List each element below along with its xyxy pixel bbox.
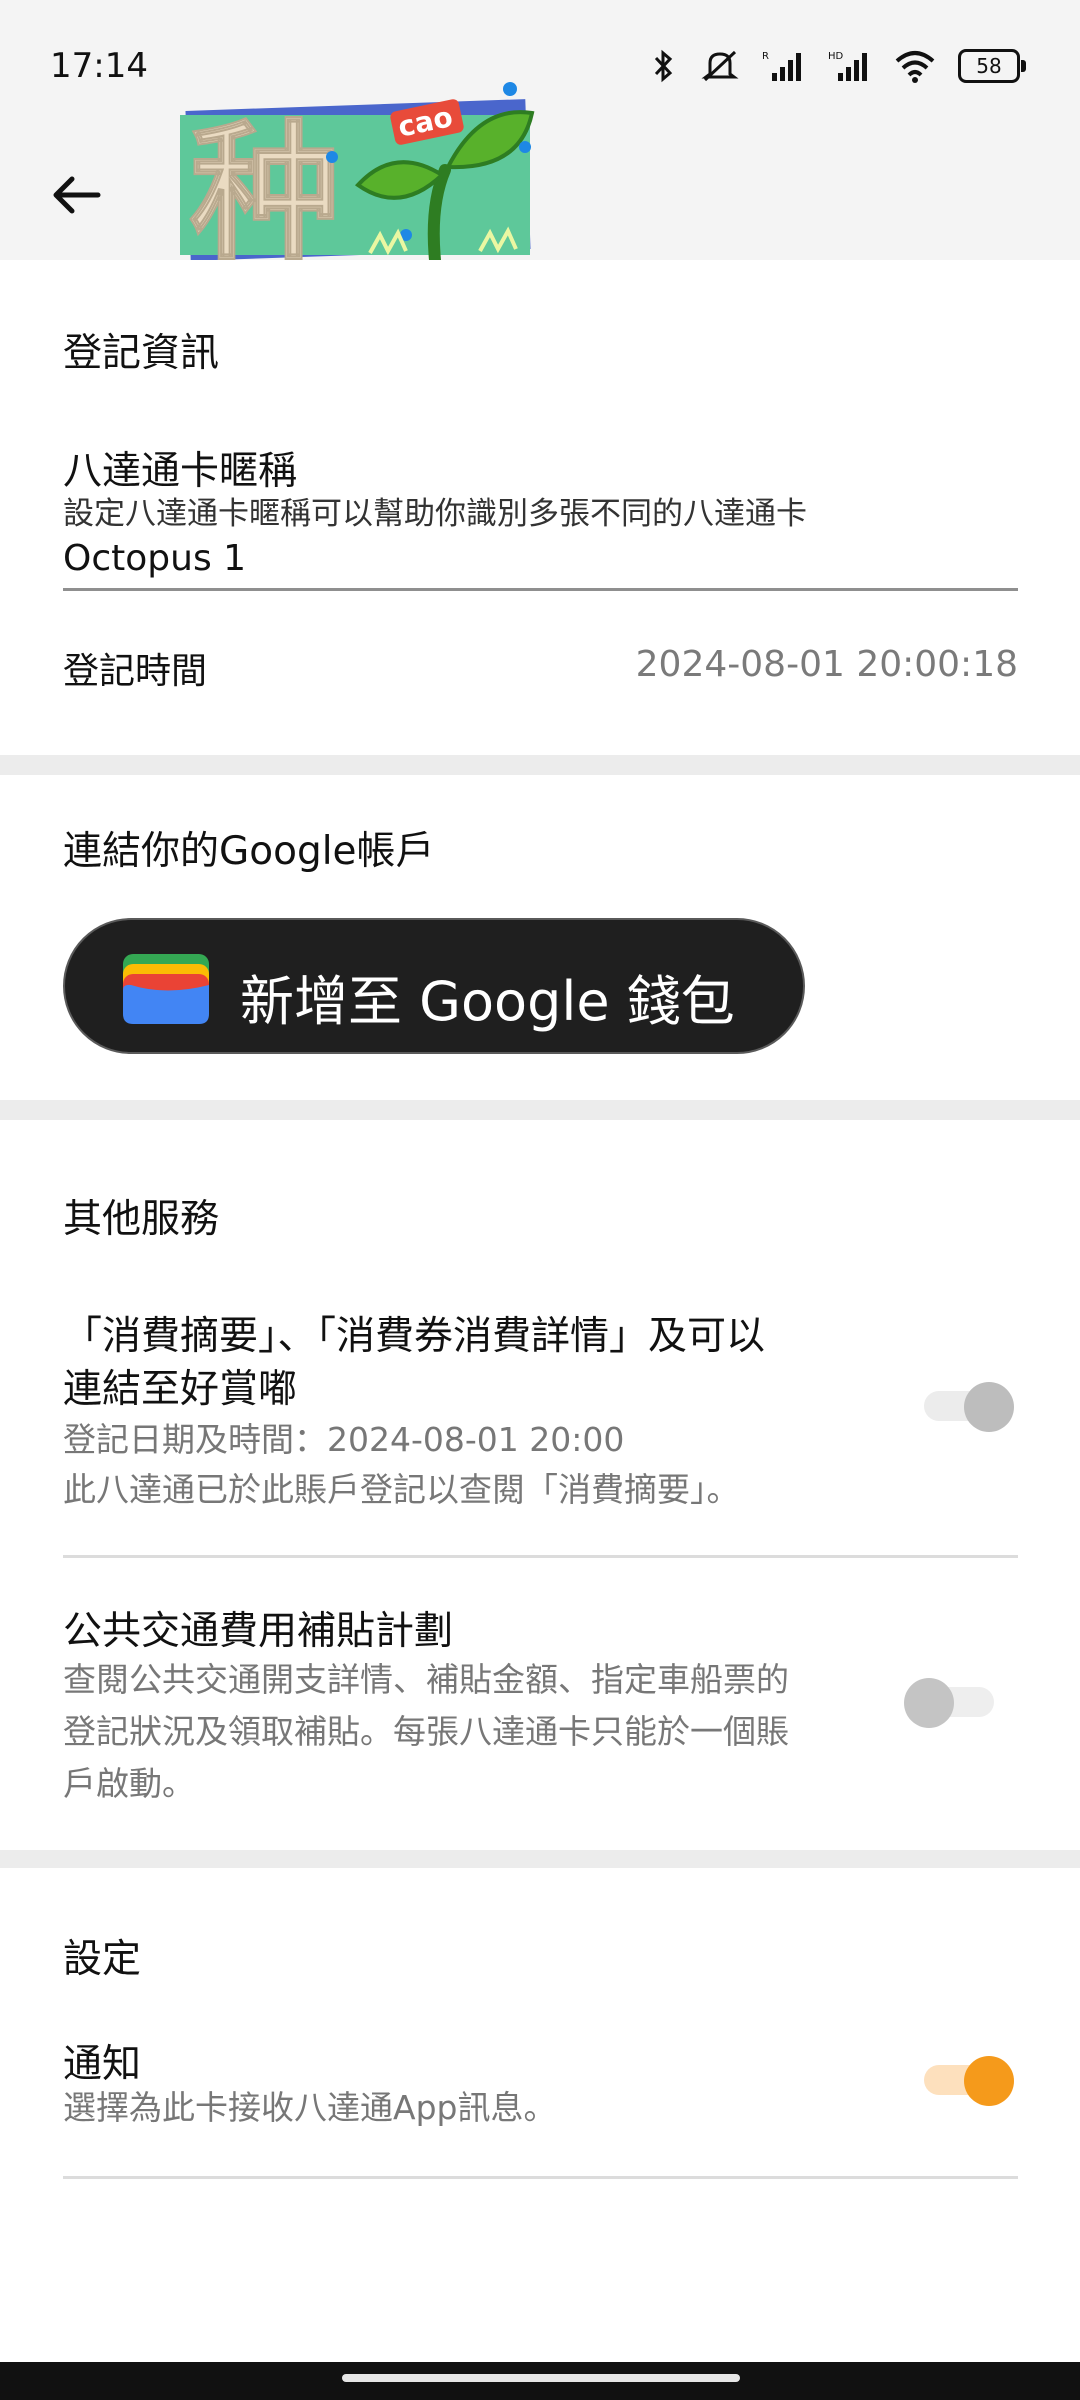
- sticker-char: 种: [190, 107, 340, 275]
- settings-divider: [63, 2176, 1018, 2179]
- service-subsidy-desc-line1: 查閱公共交通開支詳情、補貼金額、指定車船票的: [63, 1660, 789, 1699]
- toggle-thumb: [964, 2056, 1014, 2106]
- status-icons: R HD 58: [648, 48, 1026, 84]
- arrow-left-icon[interactable]: [48, 160, 118, 230]
- add-to-google-wallet-label: 新增至 Google 錢包: [240, 970, 735, 1033]
- nickname-input[interactable]: Octopus 1: [63, 538, 246, 579]
- notification-label: 通知: [63, 2042, 142, 2087]
- wifi-icon: [895, 51, 935, 83]
- nickname-label: 八達通卡暱稱: [63, 449, 298, 494]
- mute-icon: [701, 50, 739, 82]
- services-card: 其他服務 「消費摘要」、「消費券消費詳情」及可以 連結至好賞嘟 登記日期及時間：…: [0, 1120, 1080, 1850]
- signal-r-icon: R: [762, 51, 801, 81]
- bluetooth-icon: [654, 49, 673, 83]
- system-navigation-bar: [0, 2362, 1080, 2400]
- notification-description: 選擇為此卡接收八達通App訊息。: [63, 2088, 557, 2127]
- nickname-description: 設定八達通卡暱稱可以幫助你識別多張不同的八達通卡: [63, 496, 807, 532]
- signal-hd-icon: HD: [828, 51, 867, 81]
- services-title: 其他服務: [63, 1197, 220, 1242]
- google-title: 連結你的Google帳戶: [63, 829, 435, 874]
- status-time: 17:14: [50, 46, 148, 86]
- home-gesture-handle[interactable]: [342, 2374, 740, 2382]
- toggle-thumb: [964, 1382, 1014, 1432]
- service-spending-title-line2: 連結至好賞嘟: [63, 1367, 298, 1412]
- spending-summary-toggle[interactable]: [924, 1382, 1014, 1432]
- registration-time-value: 2024-08-01 20:00:18: [635, 644, 1018, 685]
- service-spending-desc-line2: 此八達通已於此賬戶登記以查閱「消費摘要」。: [63, 1470, 740, 1509]
- toggle-thumb: [904, 1678, 954, 1728]
- settings-title: 設定: [63, 1937, 142, 1982]
- battery-icon: 58: [958, 49, 1026, 83]
- svg-text:R: R: [762, 51, 769, 62]
- registration-title: 登記資訊: [63, 331, 220, 376]
- settings-card: 設定 通知 選擇為此卡接收八達通App訊息。: [0, 1868, 1080, 2362]
- registration-time-label: 登記時間: [63, 651, 208, 692]
- service-subsidy-desc-line3: 戶啟動。: [63, 1764, 195, 1803]
- service-spending-desc-line1: 登記日期及時間：2024-08-01 20:00: [63, 1420, 625, 1459]
- service-subsidy-desc-line2: 登記狀況及領取補貼。每張八達通卡只能於一個賬: [63, 1712, 789, 1751]
- services-divider: [63, 1555, 1018, 1558]
- svg-text:HD: HD: [828, 51, 844, 62]
- registration-card: 登記資訊 八達通卡暱稱 設定八達通卡暱稱可以幫助你識別多張不同的八達通卡 Oct…: [0, 260, 1080, 755]
- notification-toggle[interactable]: [924, 2056, 1014, 2106]
- google-wallet-icon: [123, 954, 209, 1024]
- sprout-sticker: 种 cao: [180, 82, 535, 275]
- service-subsidy-title: 公共交通費用補貼計劃: [63, 1609, 454, 1654]
- nickname-underline: [63, 588, 1018, 591]
- service-spending-title-line1: 「消費摘要」、「消費券消費詳情」及可以: [63, 1314, 766, 1359]
- transport-subsidy-toggle[interactable]: [904, 1678, 994, 1728]
- add-to-google-wallet-button[interactable]: 新增至 Google 錢包: [63, 918, 805, 1054]
